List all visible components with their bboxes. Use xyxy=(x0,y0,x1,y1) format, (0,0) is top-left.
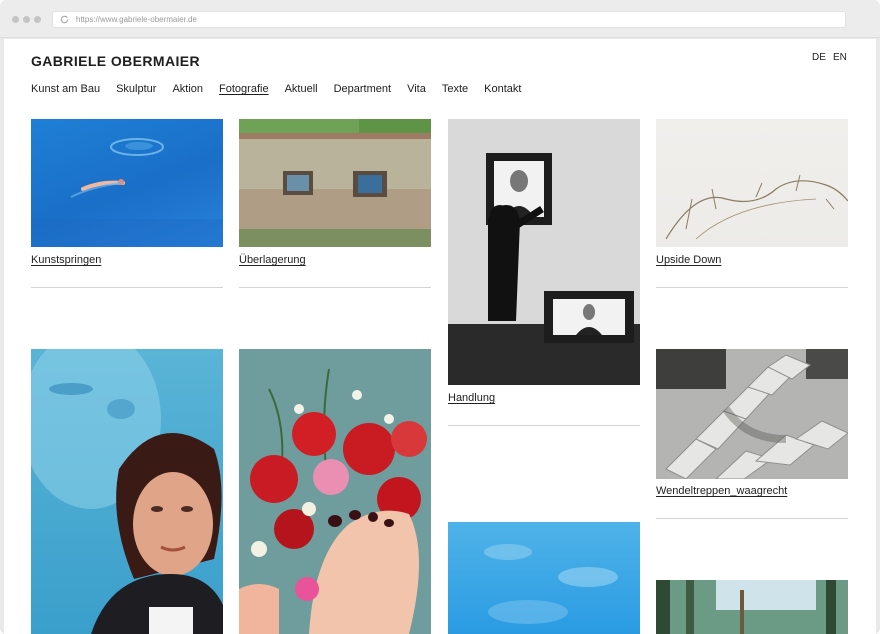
caption-handlung[interactable]: Handlung xyxy=(448,392,495,404)
gallery-image-woman-portrait[interactable] xyxy=(31,349,223,634)
swimmers-illustration xyxy=(31,138,223,247)
site-title[interactable]: GABRIELE OBERMAIER xyxy=(31,53,200,69)
nav-item-skulptur[interactable]: Skulptur xyxy=(116,83,156,95)
main-navigation: Kunst am Bau Skulptur Aktion Fotografie … xyxy=(31,83,537,95)
address-bar[interactable]: https://www.gabriele-obermaier.de xyxy=(52,11,846,28)
gallery-image-brick-wall[interactable] xyxy=(239,119,431,247)
window-maximize-dot[interactable] xyxy=(34,16,41,23)
url-text: https://www.gabriele-obermaier.de xyxy=(76,15,197,24)
browser-toolbar: https://www.gabriele-obermaier.de xyxy=(0,0,880,38)
handlung-illustration xyxy=(448,119,640,385)
caption-wendeltreppen-waagrecht[interactable]: Wendeltreppen_waagrecht xyxy=(656,485,787,497)
nav-item-fotografie[interactable]: Fotografie xyxy=(219,83,269,95)
window-close-dot[interactable] xyxy=(12,16,19,23)
divider xyxy=(31,287,223,288)
divider xyxy=(656,287,848,288)
roses-illustration xyxy=(239,349,431,634)
nav-item-vita[interactable]: Vita xyxy=(407,83,426,95)
gallery-image-pool-swimmers[interactable] xyxy=(31,119,223,247)
forest-illustration xyxy=(656,580,848,634)
caption-ueberlagerung[interactable]: Überlagerung xyxy=(239,254,306,266)
caption-kunstspringen[interactable]: Kunstspringen xyxy=(31,254,101,266)
nav-item-aktuell[interactable]: Aktuell xyxy=(285,83,318,95)
web-page: GABRIELE OBERMAIER DE EN Kunst am Bau Sk… xyxy=(4,39,876,634)
nav-item-texte[interactable]: Texte xyxy=(442,83,468,95)
gallery-image-spiral-stairs[interactable] xyxy=(656,349,848,479)
reload-icon[interactable] xyxy=(59,14,70,25)
nav-item-aktion[interactable]: Aktion xyxy=(172,83,203,95)
nav-item-kunst-am-bau[interactable]: Kunst am Bau xyxy=(31,83,100,95)
divider xyxy=(239,287,431,288)
gallery-image-man-hanging-portrait[interactable] xyxy=(448,119,640,385)
language-de-link[interactable]: DE xyxy=(812,52,826,63)
stairs-illustration xyxy=(656,349,848,479)
nav-item-department[interactable]: Department xyxy=(334,83,391,95)
gallery-image-white-branches[interactable] xyxy=(656,119,848,247)
browser-window: https://www.gabriele-obermaier.de GABRIE… xyxy=(0,0,880,634)
divider xyxy=(656,518,848,519)
gallery-image-forest[interactable] xyxy=(656,580,848,634)
woman-portrait-illustration xyxy=(31,349,223,634)
nav-item-kontakt[interactable]: Kontakt xyxy=(484,83,521,95)
gallery-image-roses-and-foot[interactable] xyxy=(239,349,431,634)
branches-illustration xyxy=(665,174,848,240)
divider xyxy=(448,425,640,426)
wall-illustration xyxy=(239,119,431,247)
sky-illustration xyxy=(484,544,618,624)
window-minimize-dot[interactable] xyxy=(23,16,30,23)
caption-upside-down[interactable]: Upside Down xyxy=(656,254,721,266)
language-en-link[interactable]: EN xyxy=(833,52,847,63)
gallery-image-blue-sky[interactable] xyxy=(448,522,640,634)
